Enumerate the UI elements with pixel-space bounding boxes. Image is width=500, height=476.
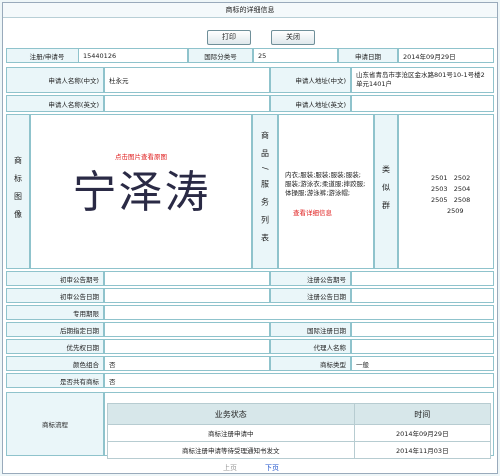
prelim-issue-label: 初审公告期号 <box>6 271 104 286</box>
group-row: 2509 <box>447 207 464 215</box>
flow-status: 商标注册申请等待受理通知书发文 <box>107 441 355 459</box>
applicant-addr-en-value <box>351 95 494 112</box>
table-row: 商标注册申请等待受理通知书发文 2014年11月03日 <box>107 441 492 459</box>
color-combo-value: 否 <box>104 356 270 371</box>
mark-type-value: 一般 <box>351 356 494 371</box>
similar-group-list: 2501 2502 2503 2504 2505 2508 2509 <box>431 173 470 217</box>
similar-group-label: 类似群 <box>381 164 391 219</box>
goods-list: 内衣;服装;服装;服装;服装;服装;游泳衣;柔道服;摔跤服;体操服;游泳裤;游泳… <box>285 171 366 197</box>
mark-flow-table: 业务状态 时间 商标注册申请中 2014年09月29日 商标注册申请等待受理通知… <box>107 403 492 459</box>
reg-issue-value <box>351 271 494 286</box>
exclusive-term-label: 专用期限 <box>6 305 104 320</box>
group-row: 2501 2502 <box>431 174 471 182</box>
applicant-name-en-label: 申请人名称(英文) <box>6 95 104 112</box>
mark-flow-label: 商标流程 <box>6 392 104 456</box>
similar-group-label-cell: 类似群 <box>374 114 398 269</box>
app-date-label: 申请日期 <box>338 48 398 63</box>
agent-name-label: 代理人名称 <box>270 339 351 354</box>
similar-group-cell: 2501 2502 2503 2504 2505 2508 2509 <box>398 114 494 269</box>
mark-image-label: 商标图像 <box>13 155 23 228</box>
intl-reg-date-label: 国际注册日期 <box>270 322 351 337</box>
applicant-name-en-value <box>104 95 270 112</box>
later-designation-value <box>104 322 270 337</box>
prev-page-link[interactable]: 上页 <box>223 463 237 473</box>
intl-class-label: 国际分类号 <box>188 48 253 63</box>
app-date-value: 2014年09月29日 <box>398 48 494 63</box>
table-row: 商标注册申请中 2014年09月29日 <box>107 424 492 442</box>
flow-header-status: 业务状态 <box>107 403 355 425</box>
reg-issue-label: 注册公告期号 <box>270 271 351 286</box>
reg-number-value: 15440126 <box>78 48 188 63</box>
color-combo-label: 颜色组合 <box>6 356 104 371</box>
exclusive-term-value <box>104 305 494 320</box>
shared-mark-label: 是否共有商标 <box>6 373 104 388</box>
goods-cell: 内衣;服装;服装;服装;服装;服装;游泳衣;柔道服;摔跤服;体操服;游泳裤;游泳… <box>278 114 374 269</box>
mark-type-label: 商标类型 <box>270 356 351 371</box>
agent-name-value <box>351 339 494 354</box>
flow-time: 2014年09月29日 <box>353 424 492 442</box>
reg-date-label: 注册公告日期 <box>270 288 351 303</box>
detail-window: 商标的详细信息 打印 关闭 注册/申请号 15440126 国际分类号 25 申… <box>2 2 498 474</box>
mark-image-label-cell: 商标图像 <box>6 114 30 269</box>
applicant-addr-cn-value: 山东省青岛市李沧区金水路801号10-1号楼2单元1401户 <box>351 67 494 93</box>
intl-reg-date-value <box>351 322 494 337</box>
goods-label: 商品/服务列表 <box>260 131 270 252</box>
group-row: 2505 2508 <box>431 196 471 204</box>
window-title: 商标的详细信息 <box>3 3 497 18</box>
priority-date-value <box>104 339 270 354</box>
later-designation-label: 后期指定日期 <box>6 322 104 337</box>
view-original-link[interactable]: 点击图片查看原图 <box>31 151 251 161</box>
shared-mark-value: 否 <box>104 373 494 388</box>
applicant-name-cn-label: 申请人名称(中文) <box>6 67 104 93</box>
flow-header-time: 时间 <box>353 403 492 425</box>
applicant-name-cn-value: 杜永元 <box>104 67 270 93</box>
intl-class-value: 25 <box>253 48 338 63</box>
view-details-link[interactable]: 查看详细信息 <box>293 207 332 217</box>
prelim-date-value <box>104 288 270 303</box>
prelim-issue-value <box>104 271 270 286</box>
applicant-addr-cn-label: 申请人地址(中文) <box>270 67 351 93</box>
group-row: 2503 2504 <box>431 185 471 193</box>
prelim-date-label: 初审公告日期 <box>6 288 104 303</box>
reg-number-label: 注册/申请号 <box>6 48 88 63</box>
print-button[interactable]: 打印 <box>207 30 251 45</box>
next-page-link[interactable]: 下页 <box>265 463 279 473</box>
mark-image-cell: 点击图片查看原图 宁泽涛 <box>30 114 252 269</box>
trademark-image[interactable]: 宁泽涛 <box>49 163 234 223</box>
close-button[interactable]: 关闭 <box>271 30 315 45</box>
reg-date-value <box>351 288 494 303</box>
flow-header-row: 业务状态 时间 <box>107 403 492 425</box>
applicant-addr-en-label: 申请人地址(英文) <box>270 95 351 112</box>
priority-date-label: 优先权日期 <box>6 339 104 354</box>
flow-status: 商标注册申请中 <box>107 424 355 442</box>
flow-time: 2014年11月03日 <box>353 441 492 459</box>
trademark-mark-text: 宁泽涛 <box>72 167 211 218</box>
goods-label-cell: 商品/服务列表 <box>252 114 278 269</box>
